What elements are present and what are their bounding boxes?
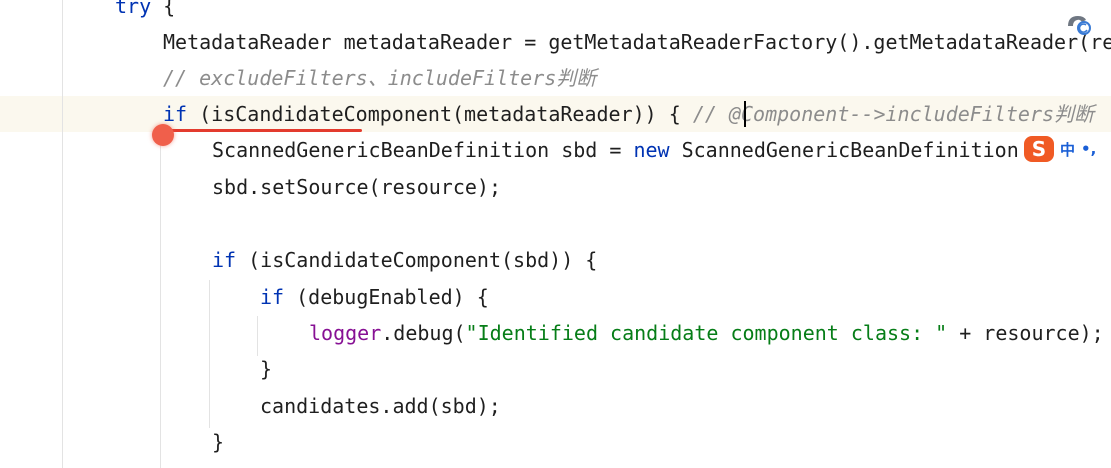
- indent-guide: [160, 140, 161, 468]
- red-underline-annotation: [164, 129, 362, 132]
- code-text: sbd.setSource(resource);: [212, 175, 501, 199]
- string-literal: "Identified candidate component class: ": [465, 321, 948, 345]
- indent-guide: [209, 280, 210, 428]
- indent-guide: [62, 0, 63, 468]
- text-caret: [744, 101, 746, 127]
- keyword: if: [260, 285, 285, 309]
- ime-language-toggle[interactable]: 中: [1060, 139, 1075, 160]
- keyword: if: [212, 248, 237, 272]
- field-reference: logger: [309, 321, 382, 345]
- keyword: new: [633, 138, 670, 162]
- breakpoint-icon[interactable]: [152, 124, 174, 146]
- keyword: try: [115, 0, 152, 18]
- comment: // @Component-->includeFilters判断: [692, 102, 1095, 126]
- code-line[interactable]: if (debugEnabled) {: [260, 279, 489, 315]
- code-line[interactable]: ScannedGenericBeanDefinition sbd = new S…: [212, 132, 1019, 168]
- sogou-logo-icon[interactable]: S: [1024, 136, 1054, 162]
- keyword: if: [163, 102, 188, 126]
- code-line[interactable]: // excludeFilters、includeFilters判断: [163, 60, 596, 96]
- code-text: MetadataReader metadataReader = getMetad…: [163, 30, 1111, 54]
- code-line[interactable]: if (isCandidateComponent(sbd)) {: [212, 242, 597, 278]
- code-text: {: [151, 0, 176, 18]
- code-text: (isCandidateComponent(sbd)) {: [236, 248, 598, 272]
- code-text: candidates.add(sbd);: [260, 394, 501, 418]
- code-line[interactable]: }: [260, 351, 272, 387]
- code-text: }: [212, 430, 225, 454]
- code-text: (isCandidateComponent(metadataReader)) {: [187, 102, 693, 126]
- code-line[interactable]: try {: [115, 0, 175, 24]
- comment: // excludeFilters、includeFilters判断: [163, 66, 597, 90]
- code-text: + resource);: [947, 321, 1104, 345]
- code-line[interactable]: candidates.add(sbd);: [260, 388, 501, 424]
- code-text: (debugEnabled) {: [284, 285, 489, 309]
- code-line[interactable]: MetadataReader metadataReader = getMetad…: [163, 24, 1111, 60]
- indent-guide: [257, 316, 258, 356]
- code-editor[interactable]: try { MetadataReader metadataReader = ge…: [0, 0, 1111, 468]
- code-line[interactable]: if (isCandidateComponent(metadataReader)…: [163, 96, 1094, 132]
- code-text: .debug(: [381, 321, 466, 345]
- ime-toolbar[interactable]: S 中 •,: [1024, 135, 1111, 163]
- ime-punctuation-toggle[interactable]: •,: [1081, 140, 1096, 158]
- ai-assistant-icon[interactable]: [1064, 10, 1094, 36]
- code-line[interactable]: logger.debug("Identified candidate compo…: [309, 315, 1104, 351]
- code-text: ScannedGenericBeanDefinition: [669, 138, 1019, 162]
- code-text: ScannedGenericBeanDefinition sbd =: [212, 138, 634, 162]
- code-line[interactable]: }: [212, 424, 224, 460]
- code-line[interactable]: sbd.setSource(resource);: [212, 169, 501, 205]
- code-text: }: [260, 357, 273, 381]
